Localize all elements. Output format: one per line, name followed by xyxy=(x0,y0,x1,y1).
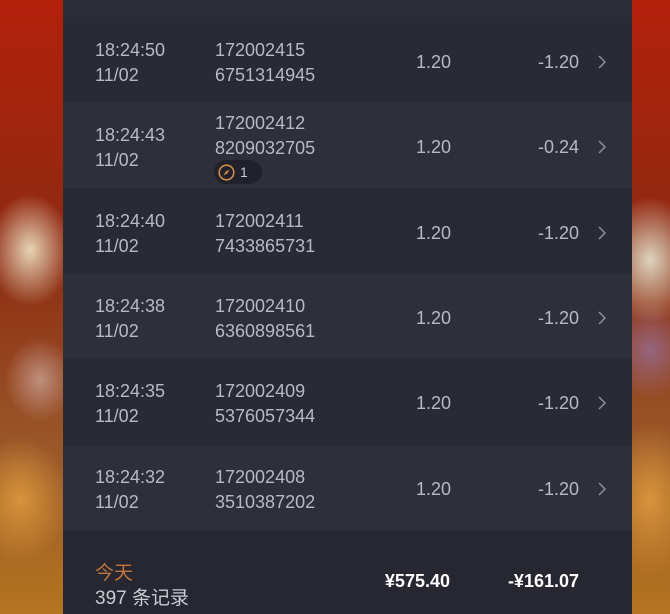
record-price: 1.20 xyxy=(415,479,451,499)
record-amount: -0.24 xyxy=(537,137,579,157)
record-time: 18:24:32 xyxy=(95,467,166,487)
total-amount: ¥575.40 xyxy=(384,571,450,591)
record-row[interactable]: 18:24:40 11/02 172002411 7433865731 1.20… xyxy=(63,189,632,274)
record-order-number-line2: 6751314945 xyxy=(215,65,316,85)
record-price: 1.20 xyxy=(415,137,451,157)
record-price: 1.20 xyxy=(415,223,451,243)
today-label: 今天 xyxy=(95,563,134,584)
record-row[interactable]: 18:24:35 11/02 172002409 5376057344 1.20… xyxy=(63,359,632,444)
record-time: 18:24:43 xyxy=(95,125,166,145)
chevron-right-icon[interactable] xyxy=(595,140,609,154)
record-date: 11/02 xyxy=(95,492,139,512)
records-panel: 18:24:50 11/02 172002415 6751314945 1.20… xyxy=(63,0,632,614)
chevron-right-icon[interactable] xyxy=(595,396,609,410)
record-time: 18:24:35 xyxy=(95,381,166,401)
record-date: 11/02 xyxy=(95,150,139,170)
record-order-number-line1: 172002411 xyxy=(215,211,304,231)
record-row[interactable]: 18:24:38 11/02 172002410 6360898561 1.20… xyxy=(63,274,632,359)
record-order-number-line1: 172002412 xyxy=(215,113,306,133)
record-time: 18:24:38 xyxy=(95,296,166,316)
record-date: 11/02 xyxy=(95,65,139,85)
previous-row-edge xyxy=(63,0,632,18)
record-date: 11/02 xyxy=(95,321,139,341)
record-date: 11/02 xyxy=(95,236,139,256)
record-price: 1.20 xyxy=(415,52,451,72)
record-time: 18:24:40 xyxy=(95,211,166,231)
chevron-right-icon[interactable] xyxy=(595,311,609,325)
record-order-number-line2: 5376057344 xyxy=(215,406,316,426)
compass-icon xyxy=(218,163,235,181)
chevron-right-icon[interactable] xyxy=(595,482,609,496)
record-order-number-line2: 3510387202 xyxy=(215,492,316,512)
record-amount: -1.20 xyxy=(537,308,579,328)
record-row[interactable]: 18:24:50 11/02 172002415 6751314945 1.20… xyxy=(63,18,632,103)
record-badge: 1 xyxy=(214,160,262,184)
record-amount: -1.20 xyxy=(537,479,579,499)
net-amount: -¥161.07 xyxy=(507,571,579,591)
record-order-number-line2: 7433865731 xyxy=(215,236,316,256)
record-order-number-line1: 172002410 xyxy=(215,296,306,316)
chevron-right-icon[interactable] xyxy=(595,55,609,69)
record-order-number-line1: 172002408 xyxy=(215,467,306,487)
record-date: 11/02 xyxy=(95,406,139,426)
record-row[interactable]: 18:24:32 11/02 172002408 3510387202 1.20… xyxy=(63,445,632,530)
record-amount: -1.20 xyxy=(537,223,579,243)
badge-count: 1 xyxy=(240,164,248,180)
record-order-number-line1: 172002415 xyxy=(215,40,306,60)
summary-footer: 今天 397 条记录 ¥575.40 -¥161.07 xyxy=(63,545,632,614)
record-order-number-line1: 172002409 xyxy=(215,381,306,401)
record-order-number-line2: 6360898561 xyxy=(215,321,316,341)
record-amount: -1.20 xyxy=(537,393,579,413)
chevron-right-icon[interactable] xyxy=(595,226,609,240)
record-price: 1.20 xyxy=(415,308,451,328)
record-row[interactable]: 18:24:43 11/02 172002412 8209032705 1 1.… xyxy=(63,103,632,188)
record-price: 1.20 xyxy=(415,393,451,413)
record-order-number-line2: 8209032705 xyxy=(215,138,316,158)
record-time: 18:24:50 xyxy=(95,40,166,60)
record-amount: -1.20 xyxy=(537,52,579,72)
record-count: 397 条记录 xyxy=(95,588,189,609)
